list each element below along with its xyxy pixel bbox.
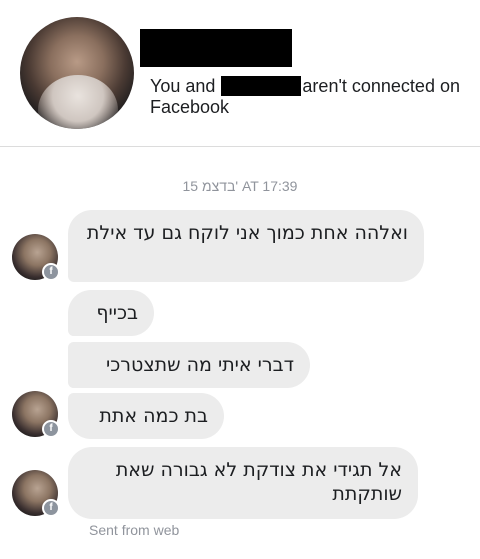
sent-from-label: Sent from web [89,522,180,538]
message-bubble[interactable]: בכייף [68,290,154,336]
connection-prefix: You and [150,76,221,96]
message-bubble[interactable]: אל תגידי את צודקת לא גבורה שאת שותקתת [68,447,418,519]
facebook-badge-icon: f [42,420,60,438]
facebook-badge-icon: f [42,263,60,281]
message-bubble[interactable]: בת כמה אתת [68,393,224,439]
redacted-inline-name [221,76,302,96]
connection-status-text: You and aren't connected on Facebook [150,76,460,118]
facebook-badge-icon: f [42,499,60,517]
sender-avatar[interactable]: f [12,391,60,438]
header-divider [0,146,480,147]
sender-avatar[interactable]: f [12,234,60,281]
message-bubble[interactable]: ואלהה אחת כמוך אני לוקח גם עד אילת [68,210,424,282]
message-timestamp: 15 בדצמ' AT 17:39 [182,178,298,194]
contact-profile-photo[interactable] [20,17,134,129]
message-bubble[interactable]: דברי איתי מה שתצטרכי [68,342,310,388]
conversation-header: You and aren't connected on Facebook [0,0,480,146]
sender-avatar[interactable]: f [12,470,60,517]
redacted-contact-name [140,29,292,67]
